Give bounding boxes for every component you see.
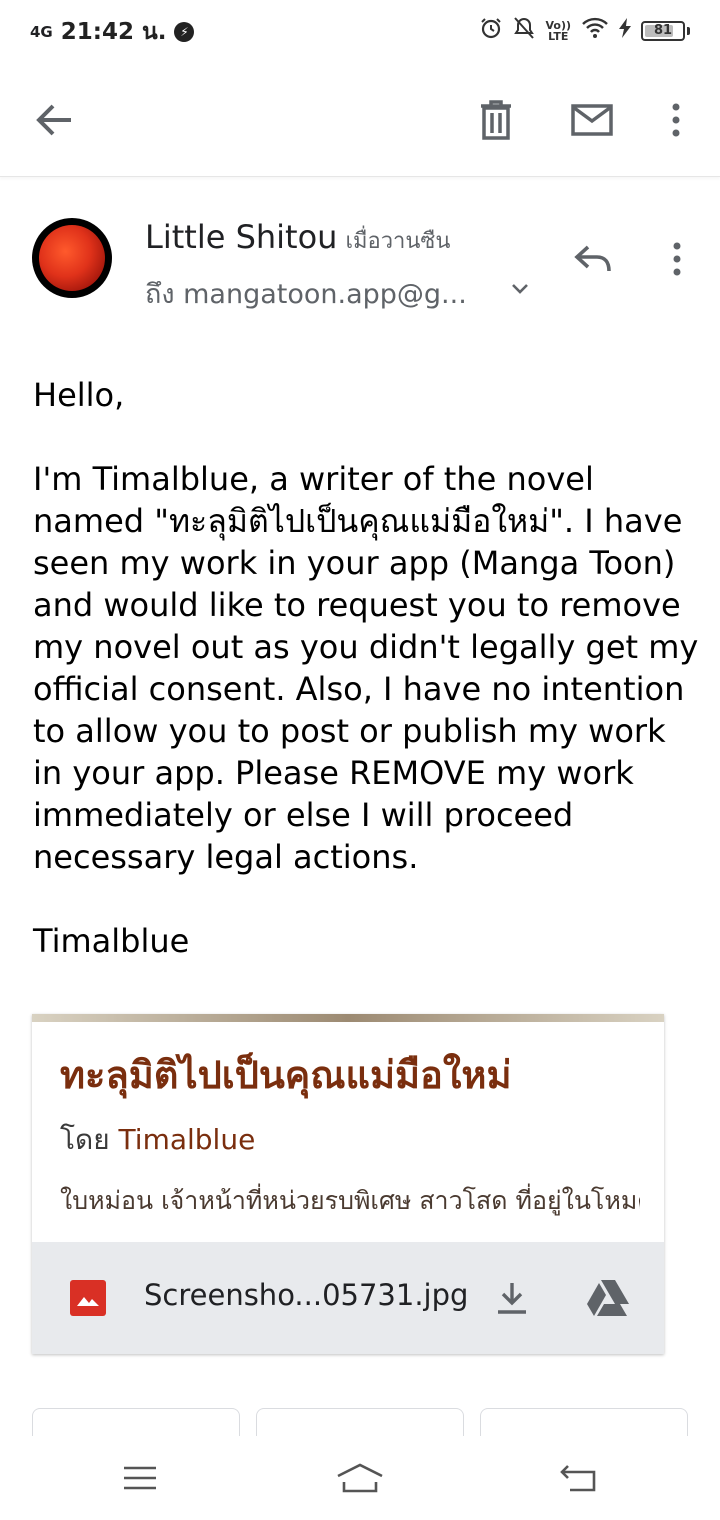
attachment-bar[interactable]: Screensho...05731.jpg	[32, 1242, 664, 1354]
charging-icon	[619, 18, 631, 43]
menu-icon	[124, 1466, 156, 1490]
greeting: Hello,	[33, 376, 125, 414]
volte-icon: Vo)) LTE	[545, 18, 571, 43]
more-vertical-icon	[672, 103, 680, 137]
attachment-card[interactable]: ทะลุมิติไปเป็นคุณแม่มือใหม่ โดย Timalblu…	[32, 1014, 664, 1354]
email-toolbar	[0, 64, 720, 177]
back-nav-button[interactable]	[548, 1458, 608, 1498]
arrow-left-icon	[36, 104, 71, 136]
back-button[interactable]	[26, 92, 82, 148]
expand-details-button[interactable]	[507, 276, 533, 302]
preview-by: โดย	[60, 1123, 110, 1156]
mute-icon	[513, 16, 535, 45]
home-button[interactable]	[330, 1458, 390, 1498]
avatar-image	[39, 225, 105, 291]
status-time: 21:42 น.	[60, 19, 167, 45]
reply-icon	[574, 245, 611, 272]
reply-button[interactable]	[566, 232, 620, 286]
preview-title: ทะลุมิติไปเป็นคุณแม่มือใหม่	[60, 1052, 512, 1097]
status-bar: 4G 21:42 น. ⚡ Vo)) LTE 81	[0, 0, 720, 64]
preview-description: ใบหม่อน เจ้าหน้าที่หน่วยรบพิเศษ สาวโสด ท…	[60, 1186, 640, 1215]
more-options-button[interactable]	[648, 92, 704, 148]
battery-tip	[687, 26, 690, 35]
battery-icon: 81	[641, 20, 685, 41]
email-time: เมื่อวานซืน	[345, 229, 451, 254]
mail-icon	[571, 104, 613, 136]
signature: Timalblue	[33, 922, 190, 960]
message-more-button[interactable]	[650, 232, 704, 286]
recipient-line[interactable]: ถึง mangatoon.app@g...	[145, 272, 467, 315]
sender-name: Little Shitou	[145, 218, 338, 256]
save-to-drive-button[interactable]	[584, 1276, 632, 1320]
recipient-text: ถึง mangatoon.app@g...	[145, 279, 467, 310]
recents-button[interactable]	[110, 1458, 170, 1498]
delete-button[interactable]	[468, 92, 524, 148]
home-icon	[337, 1463, 383, 1493]
network-signal-icon: 4G	[30, 23, 53, 41]
download-icon	[498, 1283, 526, 1314]
body-paragraph: I'm Timalblue, a writer of the novel nam…	[33, 460, 699, 876]
sender-line: Little Shitou เมื่อวานซืน	[145, 218, 450, 258]
mark-unread-button[interactable]	[564, 92, 620, 148]
preview-author: Timalblue	[118, 1123, 256, 1156]
system-nav-bar	[0, 1436, 720, 1520]
wifi-icon	[581, 17, 609, 44]
preview-author-line: โดย Timalblue	[60, 1118, 255, 1162]
drive-icon	[587, 1280, 629, 1316]
back-arrow-icon	[560, 1465, 596, 1492]
chevron-down-icon	[512, 284, 528, 294]
more-vertical-icon	[673, 242, 681, 276]
messenger-icon: ⚡	[174, 22, 195, 42]
attachment-filename: Screensho...05731.jpg	[144, 1278, 469, 1312]
image-file-icon	[70, 1280, 106, 1316]
trash-icon	[481, 100, 511, 140]
email-body: Hello, I'm Timalblue, a writer of the no…	[33, 374, 703, 962]
download-button[interactable]	[490, 1276, 534, 1320]
sender-avatar[interactable]	[32, 218, 112, 298]
preview-header-strip	[32, 1014, 664, 1022]
alarm-icon	[479, 16, 503, 45]
